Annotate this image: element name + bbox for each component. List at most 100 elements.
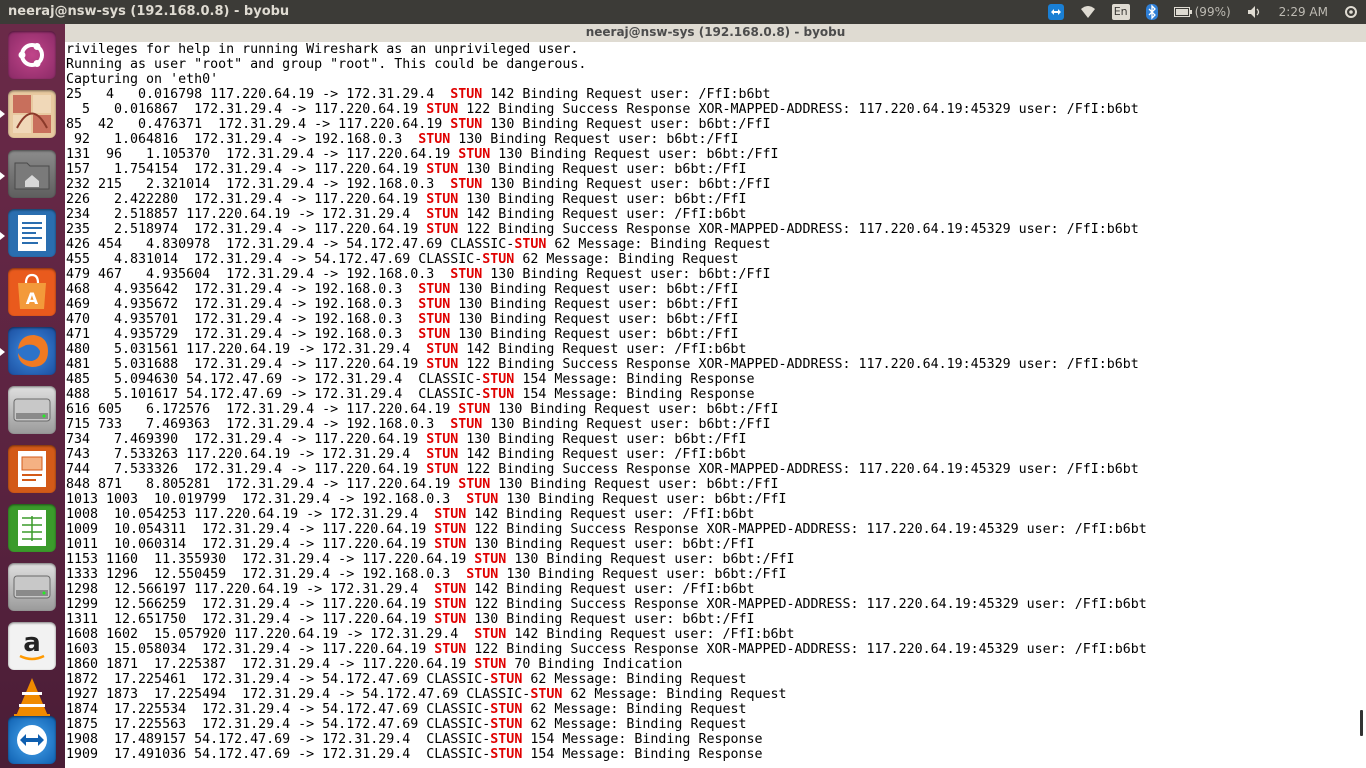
terminal-line: 25 4 0.016798 117.220.64.19 -> 172.31.29… [66, 87, 771, 102]
terminal-line: 470 4.935701 172.31.29.4 -> 192.168.0.3 … [66, 312, 739, 327]
stun-keyword: STUN [490, 702, 523, 717]
stun-keyword: STUN [458, 147, 491, 162]
stun-keyword: STUN [418, 282, 451, 297]
terminal-text: rivileges for help in running Wireshark … [66, 42, 1147, 762]
files-icon[interactable] [6, 148, 58, 200]
terminal-line: 743 7.533263 117.220.64.19 -> 172.31.29.… [66, 447, 747, 462]
dash-home-button[interactable] [6, 29, 58, 81]
stun-keyword: STUN [426, 357, 459, 372]
terminal-line: 1013 1003 10.019799 172.31.29.4 -> 192.1… [66, 492, 787, 507]
window-title-bar[interactable]: neeraj@nsw-sys (192.168.0.8) - byobu [65, 24, 1366, 43]
teamviewer-tray-icon[interactable] [1040, 0, 1072, 24]
terminal-line: 1860 1871 17.225387 172.31.29.4 -> 117.2… [66, 657, 683, 672]
stun-keyword: STUN [490, 747, 523, 762]
terminal-line: Running as user "root" and group "root".… [66, 57, 587, 72]
stun-keyword: STUN [426, 162, 459, 177]
stun-keyword: STUN [418, 132, 451, 147]
firefox-icon[interactable] [6, 325, 58, 377]
amazon-icon[interactable]: a [6, 620, 58, 672]
svg-text:a: a [23, 628, 41, 658]
disk-drive-icon-2[interactable] [6, 561, 58, 613]
terminal-line: 1009 10.054311 172.31.29.4 -> 117.220.64… [66, 522, 1147, 537]
stun-keyword: STUN [434, 582, 467, 597]
stun-keyword: STUN [466, 567, 499, 582]
keyboard-layout-label: En [1111, 4, 1130, 20]
active-window-title: neeraj@nsw-sys (192.168.0.8) - byobu [8, 4, 290, 19]
stun-keyword: STUN [530, 687, 563, 702]
stun-keyword: STUN [514, 237, 547, 252]
terminal-line: 1333 1296 12.550459 172.31.29.4 -> 192.1… [66, 567, 787, 582]
terminal-line: 235 2.518974 172.31.29.4 -> 117.220.64.1… [66, 222, 1139, 237]
terminal-line: 744 7.533326 172.31.29.4 -> 117.220.64.1… [66, 462, 1139, 477]
terminal-line: 471 4.935729 172.31.29.4 -> 192.168.0.3 … [66, 327, 739, 342]
terminal-line: Capturing on 'eth0' [66, 72, 219, 87]
terminal-line: 1875 17.225563 172.31.29.4 -> 54.172.47.… [66, 717, 747, 732]
terminal-line: 1874 17.225534 172.31.29.4 -> 54.172.47.… [66, 702, 747, 717]
libreoffice-writer-icon[interactable] [6, 207, 58, 259]
terminal-line: 1909 17.491036 54.172.47.69 -> 172.31.29… [66, 747, 763, 762]
libreoffice-calc-icon[interactable] [6, 502, 58, 554]
wifi-icon[interactable] [1072, 0, 1104, 24]
bluetooth-icon[interactable] [1138, 0, 1166, 24]
stun-keyword: STUN [450, 177, 483, 192]
terminal-line: 1603 15.058034 172.31.29.4 -> 117.220.64… [66, 642, 1147, 657]
terminal-line: 479 467 4.935604 172.31.29.4 -> 192.168.… [66, 267, 771, 282]
svg-text:A: A [26, 289, 39, 308]
top-panel: neeraj@nsw-sys (192.168.0.8) - byobu En … [0, 0, 1366, 24]
volume-icon[interactable] [1239, 0, 1271, 24]
stun-keyword: STUN [490, 717, 523, 732]
keyboard-layout-indicator[interactable]: En [1104, 0, 1138, 24]
terminal-line: 1008 10.054253 117.220.64.19 -> 172.31.2… [66, 507, 755, 522]
stun-keyword: STUN [450, 87, 483, 102]
terminal-line: 92 1.064816 172.31.29.4 -> 192.168.0.3 S… [66, 132, 739, 147]
session-gear-icon[interactable] [1336, 0, 1366, 24]
terminal-scrollbar[interactable] [1360, 710, 1363, 736]
stun-keyword: STUN [426, 192, 459, 207]
stun-keyword: STUN [450, 417, 483, 432]
terminal-line: 232 215 2.321014 172.31.29.4 -> 192.168.… [66, 177, 771, 192]
battery-percent: (99%) [1194, 5, 1231, 19]
battery-indicator[interactable]: (99%) [1166, 0, 1239, 24]
disk-drive-icon[interactable] [6, 384, 58, 436]
stun-keyword: STUN [482, 372, 515, 387]
terminal-line: 848 871 8.805281 172.31.29.4 -> 117.220.… [66, 477, 779, 492]
stun-keyword: STUN [418, 327, 451, 342]
terminal-line: 234 2.518857 117.220.64.19 -> 172.31.29.… [66, 207, 747, 222]
terminal-line: 1299 12.566259 172.31.29.4 -> 117.220.64… [66, 597, 1147, 612]
stun-keyword: STUN [450, 117, 483, 132]
terminal-line: 426 454 4.830978 172.31.29.4 -> 54.172.4… [66, 237, 771, 252]
teamviewer-icon[interactable] [6, 714, 58, 766]
terminal-line: 157 1.754154 172.31.29.4 -> 117.220.64.1… [66, 162, 747, 177]
terminal-line: 616 605 6.172576 172.31.29.4 -> 117.220.… [66, 402, 779, 417]
terminal-line: 455 4.831014 172.31.29.4 -> 54.172.47.69… [66, 252, 739, 267]
terminal-line: 5 0.016867 172.31.29.4 -> 117.220.64.19 … [66, 102, 1139, 117]
workspace-switcher-icon[interactable] [6, 88, 58, 140]
terminal-line: 1927 1873 17.225494 172.31.29.4 -> 54.17… [66, 687, 787, 702]
terminal-line: 1311 12.651750 172.31.29.4 -> 117.220.64… [66, 612, 755, 627]
battery-icon [1173, 7, 1192, 17]
stun-keyword: STUN [418, 297, 451, 312]
stun-keyword: STUN [426, 447, 459, 462]
terminal-line: 488 5.101617 54.172.47.69 -> 172.31.29.4… [66, 387, 755, 402]
stun-keyword: STUN [474, 657, 507, 672]
stun-keyword: STUN [434, 537, 467, 552]
clock[interactable]: 2:29 AM [1271, 0, 1336, 24]
software-center-icon[interactable]: A [6, 266, 58, 318]
terminal-line: 481 5.031688 172.31.29.4 -> 117.220.64.1… [66, 357, 1139, 372]
terminal-line: 485 5.094630 54.172.47.69 -> 172.31.29.4… [66, 372, 755, 387]
stun-keyword: STUN [490, 732, 523, 747]
stun-keyword: STUN [434, 522, 467, 537]
system-tray: En (99%) 2:29 AM [1040, 0, 1366, 24]
terminal-line: 1298 12.566197 117.220.64.19 -> 172.31.2… [66, 582, 755, 597]
terminal-line: 468 4.935642 172.31.29.4 -> 192.168.0.3 … [66, 282, 739, 297]
stun-keyword: STUN [474, 627, 507, 642]
window-title: neeraj@nsw-sys (192.168.0.8) - byobu [585, 25, 846, 39]
terminal-output[interactable]: rivileges for help in running Wireshark … [65, 42, 1366, 768]
terminal-line: 1608 1602 15.057920 117.220.64.19 -> 172… [66, 627, 795, 642]
terminal-line: 480 5.031561 117.220.64.19 -> 172.31.29.… [66, 342, 747, 357]
stun-keyword: STUN [474, 552, 507, 567]
stun-keyword: STUN [434, 507, 467, 522]
stun-keyword: STUN [426, 207, 459, 222]
stun-keyword: STUN [482, 387, 515, 402]
libreoffice-impress-icon[interactable] [6, 443, 58, 495]
